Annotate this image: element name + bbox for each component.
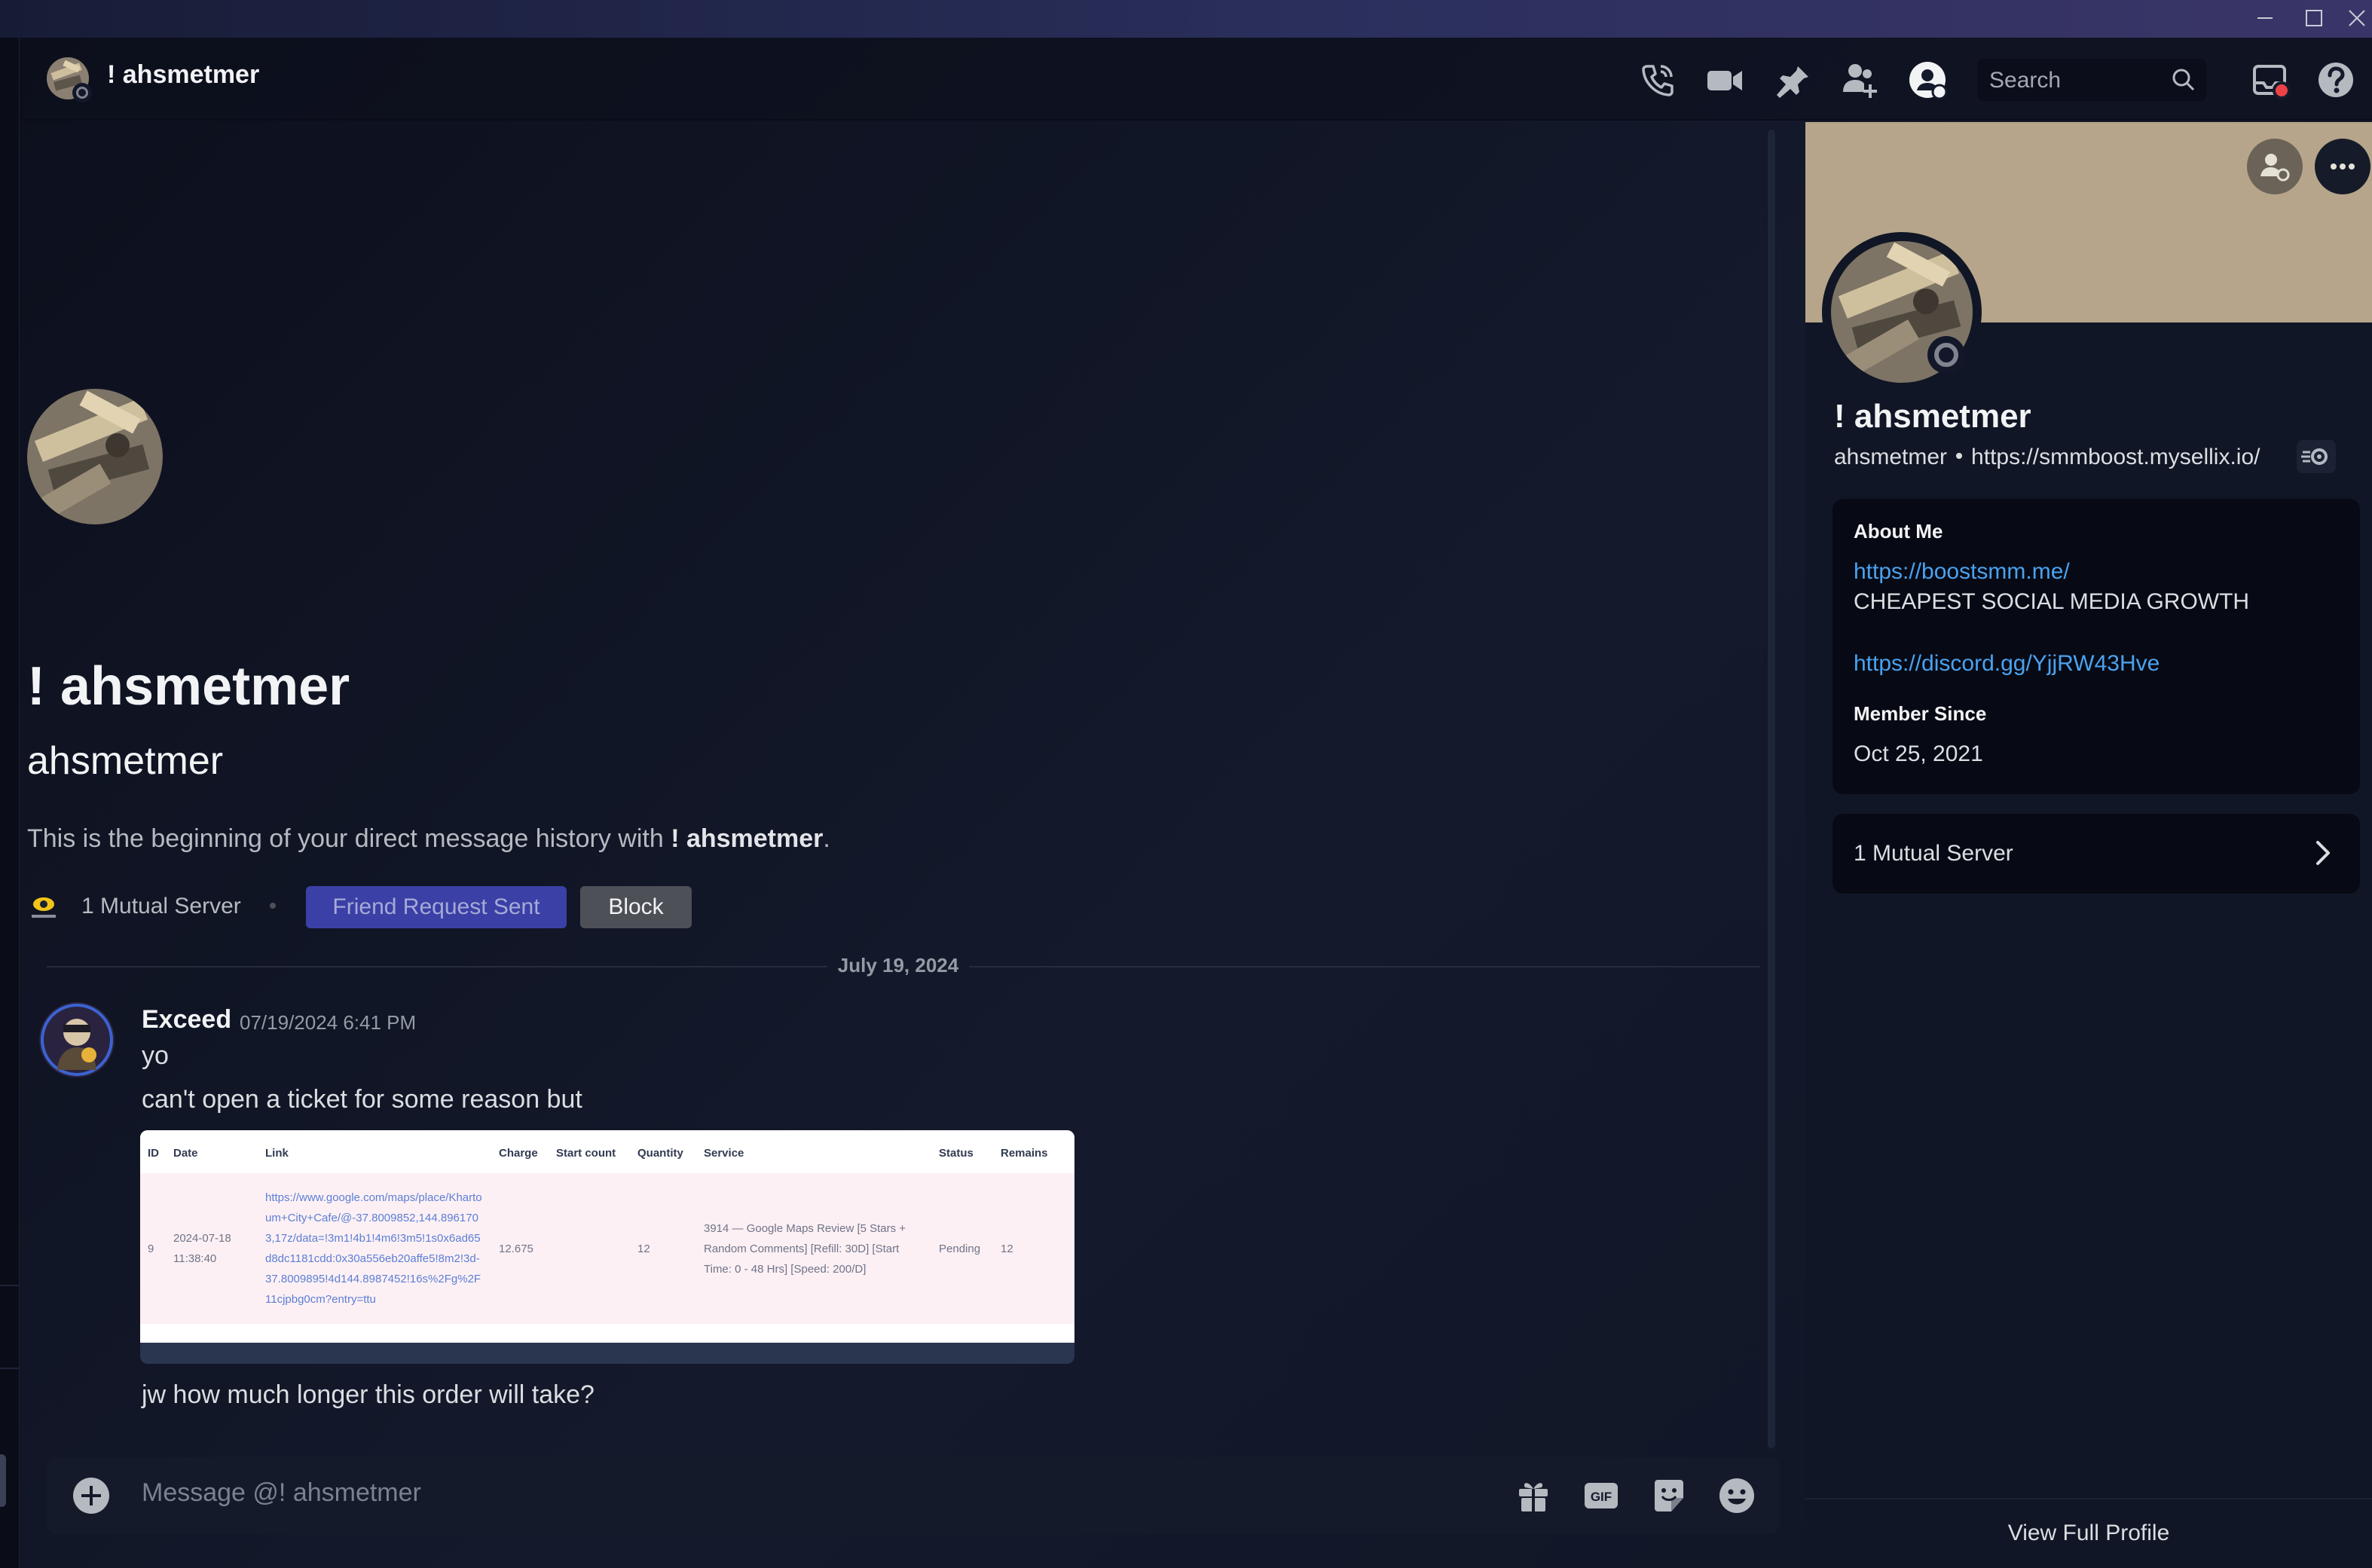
status-indicator bbox=[72, 83, 92, 102]
mutual-servers-button[interactable]: 1 Mutual Server bbox=[1832, 814, 2360, 894]
gif-label: GIF bbox=[1591, 1490, 1612, 1504]
pinned-messages-icon[interactable] bbox=[1771, 59, 1813, 101]
emoji-icon[interactable] bbox=[1716, 1475, 1757, 1516]
header-display-name: ! ahsmetmer bbox=[107, 60, 260, 89]
profile-username: ahsmetmer bbox=[1834, 445, 1948, 469]
voice-call-icon[interactable] bbox=[1637, 59, 1679, 101]
message-image-attachment[interactable]: ID Date Link Charge Start count Quantity… bbox=[140, 1130, 1074, 1364]
cell-service: 3914 — Google Maps Review [5 Stars + Ran… bbox=[696, 1173, 931, 1324]
search-icon bbox=[2172, 69, 2195, 91]
message-line: yo bbox=[142, 1041, 169, 1070]
date-divider-line bbox=[969, 966, 1760, 967]
separator-dot bbox=[270, 903, 276, 909]
table-header-quantity: Quantity bbox=[630, 1130, 696, 1173]
cell-status: Pending bbox=[931, 1173, 993, 1324]
help-icon[interactable] bbox=[2315, 59, 2357, 101]
table-header-service: Service bbox=[696, 1130, 931, 1173]
about-card: About Me https://boostsmm.me/ CHEAPEST S… bbox=[1832, 499, 2360, 794]
intro-display-name: ! ahsmetmer bbox=[27, 656, 350, 717]
mutual-server-count[interactable]: 1 Mutual Server bbox=[81, 894, 241, 919]
view-full-profile-link[interactable]: View Full Profile bbox=[1805, 1521, 2372, 1546]
divider bbox=[0, 1368, 20, 1369]
channel-header: ! ahsmetmer Search bbox=[20, 38, 2372, 121]
date-divider-line bbox=[47, 966, 827, 967]
add-friend-icon[interactable] bbox=[2247, 139, 2303, 194]
friend-request-sent-button[interactable]: Friend Request Sent bbox=[306, 886, 567, 928]
message-line: jw how much longer this order will take? bbox=[142, 1380, 595, 1409]
intro-username: ahsmetmer bbox=[27, 739, 224, 783]
table-header-charge: Charge bbox=[491, 1130, 549, 1173]
close-icon[interactable] bbox=[2342, 5, 2372, 32]
maximize-icon[interactable] bbox=[2298, 5, 2328, 32]
user-profile-panel: ! ahsmetmer ahsmetmer https://smmboost.my… bbox=[1805, 122, 2372, 1568]
table-row: 9 2024-07-18 11:38:40 https://www.google… bbox=[140, 1173, 1074, 1324]
table-header-remains: Remains bbox=[993, 1130, 1074, 1173]
about-text: CHEAPEST SOCIAL MEDIA GROWTH bbox=[1854, 589, 2250, 614]
intro-avatar[interactable] bbox=[27, 389, 163, 524]
profile-display-name: ! ahsmetmer bbox=[1834, 398, 2031, 435]
message-author[interactable]: Exceed bbox=[142, 1005, 231, 1035]
window-titlebar bbox=[0, 0, 2372, 38]
member-since-date: Oct 25, 2021 bbox=[1854, 741, 1983, 766]
cell-remains: 12 bbox=[993, 1173, 1074, 1324]
message-input[interactable]: Message @! ahsmetmer bbox=[142, 1478, 421, 1508]
table-header-status: Status bbox=[931, 1130, 993, 1173]
about-link-1[interactable]: https://boostsmm.me/ bbox=[1854, 559, 2070, 585]
profile-subline: ahsmetmer https://smmboost.mysellix.io/ bbox=[1834, 445, 2260, 470]
intro-text-name: ! ahsmetmer bbox=[671, 824, 824, 853]
cell-id: 9 bbox=[140, 1173, 166, 1324]
intro-text-prefix: This is the beginning of your direct mes… bbox=[27, 824, 671, 853]
profile-status-indicator bbox=[1927, 336, 1965, 374]
search-placeholder: Search bbox=[1989, 68, 2062, 93]
sidebar-selection-pill bbox=[0, 1454, 6, 1507]
cell-charge: 12.675 bbox=[491, 1173, 549, 1324]
gif-icon[interactable]: GIF bbox=[1581, 1475, 1622, 1516]
about-link-2[interactable]: https://discord.gg/YjjRW43Hve bbox=[1854, 651, 2160, 677]
table-header-id: ID bbox=[140, 1130, 166, 1173]
server-sidebar-edge bbox=[0, 38, 20, 1568]
about-me-heading: About Me bbox=[1854, 520, 1943, 543]
table-header-start-count: Start count bbox=[549, 1130, 630, 1173]
scrollbar-thumb[interactable] bbox=[1768, 130, 1775, 1448]
cell-date: 2024-07-18 11:38:40 bbox=[166, 1173, 258, 1324]
table-header-date: Date bbox=[166, 1130, 258, 1173]
message-line: can't open a ticket for some reason but bbox=[142, 1085, 582, 1114]
intro-text-suffix: . bbox=[823, 824, 830, 853]
chevron-right-icon bbox=[2316, 841, 2330, 865]
orders-table: ID Date Link Charge Start count Quantity… bbox=[140, 1130, 1074, 1324]
message-author-avatar[interactable] bbox=[39, 1002, 115, 1077]
cell-start-count bbox=[549, 1173, 630, 1324]
user-profile-toggle-icon[interactable] bbox=[1906, 59, 1949, 101]
inbox-icon[interactable] bbox=[2248, 59, 2291, 101]
sticker-icon[interactable] bbox=[1649, 1475, 1689, 1516]
intro-actions-row: 1 Mutual Server Friend Request Sent Bloc… bbox=[27, 886, 931, 928]
mutual-servers-label: 1 Mutual Server bbox=[1854, 841, 2013, 866]
more-options-icon[interactable] bbox=[2315, 139, 2370, 194]
profile-pronouns: https://smmboost.mysellix.io/ bbox=[1971, 445, 2260, 469]
minimize-icon[interactable] bbox=[2250, 5, 2280, 32]
intro-beginning-text: This is the beginning of your direct mes… bbox=[27, 824, 830, 854]
search-input[interactable]: Search bbox=[1977, 59, 2206, 101]
nitro-badge-icon[interactable] bbox=[2297, 440, 2336, 473]
gift-icon[interactable] bbox=[1513, 1475, 1554, 1516]
divider bbox=[1805, 1498, 2372, 1499]
message-composer[interactable]: Message @! ahsmetmer GIF bbox=[47, 1457, 1780, 1534]
add-attachment-icon[interactable] bbox=[72, 1477, 110, 1515]
divider bbox=[0, 1285, 20, 1286]
block-button[interactable]: Block bbox=[580, 886, 692, 928]
cell-link: https://www.google.com/maps/place/Kharto… bbox=[258, 1173, 491, 1324]
cell-quantity: 12 bbox=[630, 1173, 696, 1324]
member-since-heading: Member Since bbox=[1854, 702, 1987, 725]
video-call-icon[interactable] bbox=[1703, 59, 1745, 101]
separator-dot bbox=[1956, 453, 1963, 460]
mutual-server-icon[interactable] bbox=[27, 892, 60, 922]
date-divider: July 19, 2024 bbox=[837, 954, 959, 977]
table-header-link: Link bbox=[258, 1130, 491, 1173]
message-timestamp: 07/19/2024 6:41 PM bbox=[240, 1011, 417, 1034]
add-friends-to-dm-icon[interactable] bbox=[1839, 59, 1881, 101]
